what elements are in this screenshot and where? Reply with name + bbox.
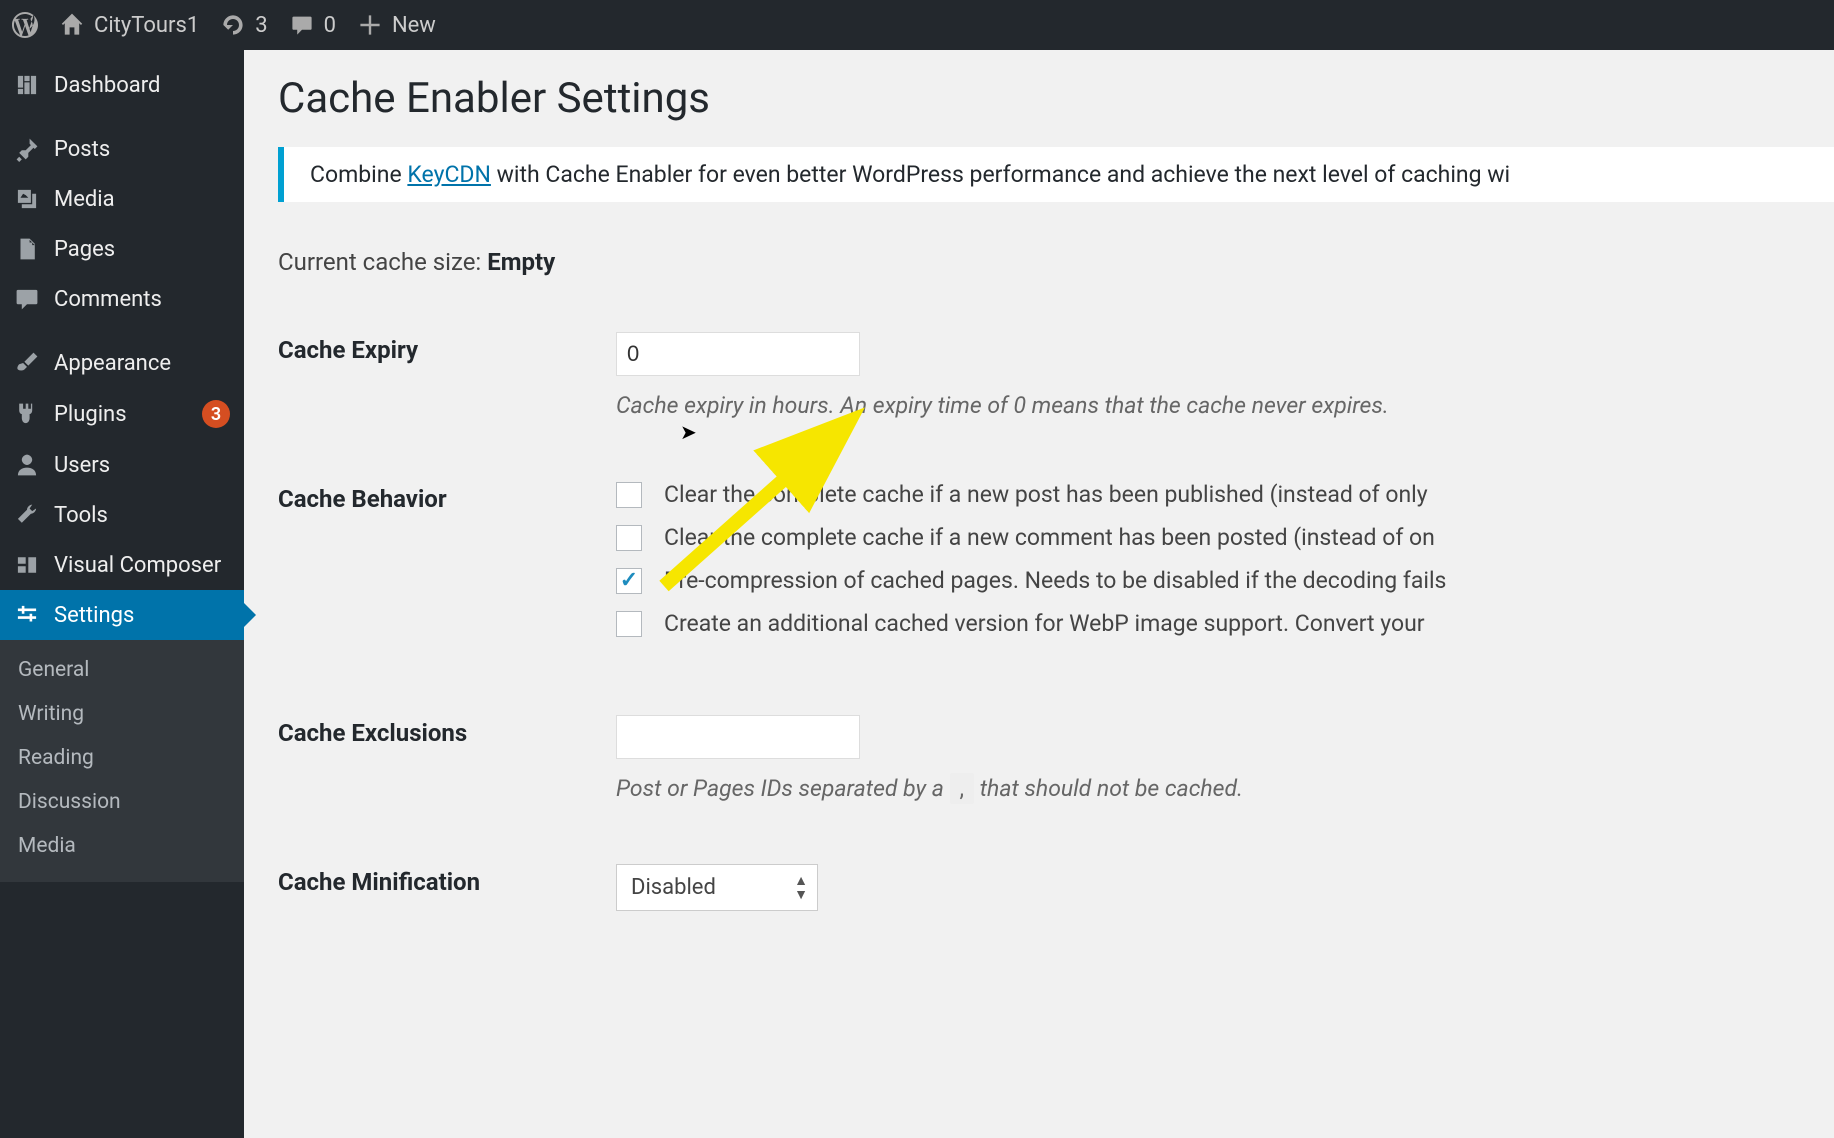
- site-name-link[interactable]: CityTours1: [60, 13, 199, 38]
- menu-label: Users: [54, 453, 230, 478]
- minification-value: Disabled: [616, 864, 818, 911]
- option-text: Create an additional cached version for …: [664, 610, 1425, 637]
- composer-icon: [14, 552, 40, 578]
- cache-behavior-label: Cache Behavior: [278, 467, 616, 701]
- cache-expiry-label: Cache Expiry: [278, 318, 616, 467]
- menu-label: Tools: [54, 503, 230, 528]
- plus-icon: [358, 13, 382, 37]
- cache-exclusions-desc: Post or Pages IDs separated by a , that …: [616, 775, 1834, 802]
- wp-logo[interactable]: [12, 12, 38, 38]
- menu-pages[interactable]: Pages: [0, 224, 244, 274]
- comment-icon: [14, 286, 40, 312]
- new-label: New: [392, 13, 436, 38]
- comments-count: 0: [324, 13, 336, 38]
- plug-icon: [14, 401, 40, 427]
- option-text: Clear the complete cache if a new post h…: [664, 481, 1428, 508]
- refresh-icon: [221, 13, 245, 37]
- menu-tools[interactable]: Tools: [0, 490, 244, 540]
- behavior-option-2[interactable]: Clear the complete cache if a new commen…: [616, 524, 1834, 551]
- checkbox-unchecked[interactable]: [616, 611, 642, 637]
- menu-posts[interactable]: Posts: [0, 124, 244, 174]
- option-text: Clear the complete cache if a new commen…: [664, 524, 1435, 551]
- menu-appearance[interactable]: Appearance: [0, 338, 244, 388]
- media-icon: [14, 186, 40, 212]
- brush-icon: [14, 350, 40, 376]
- wrench-icon: [14, 502, 40, 528]
- checkbox-unchecked[interactable]: [616, 482, 642, 508]
- chevron-updown-icon: ▲▼: [794, 874, 808, 902]
- minification-select[interactable]: Disabled ▲▼: [616, 864, 818, 911]
- menu-settings[interactable]: Settings: [0, 590, 244, 640]
- admin-sidebar: Dashboard Posts Media Pages Comments: [0, 50, 244, 1138]
- cache-minification-label: Cache Minification: [278, 850, 616, 959]
- page-title: Cache Enabler Settings: [278, 74, 1834, 123]
- settings-form: Cache Expiry Cache expiry in hours. An e…: [278, 318, 1834, 959]
- behavior-option-3[interactable]: Pre-compression of cached pages. Needs t…: [616, 567, 1834, 594]
- wordpress-icon: [12, 12, 38, 38]
- menu-plugins[interactable]: Plugins 3: [0, 388, 244, 440]
- checkbox-unchecked[interactable]: [616, 525, 642, 551]
- notice-text-pre: Combine: [310, 161, 407, 188]
- cache-exclusions-label: Cache Exclusions: [278, 701, 616, 850]
- menu-label: Pages: [54, 237, 230, 262]
- notice-text-post: with Cache Enabler for even better WordP…: [491, 161, 1510, 188]
- menu-label: Posts: [54, 137, 230, 162]
- cache-size-label: Current cache size:: [278, 248, 487, 276]
- option-text: Pre-compression of cached pages. Needs t…: [664, 567, 1446, 594]
- info-notice: Combine KeyCDN with Cache Enabler for ev…: [278, 147, 1834, 202]
- plugins-update-badge: 3: [202, 400, 230, 428]
- submenu-reading[interactable]: Reading: [0, 736, 244, 780]
- submenu-general[interactable]: General: [0, 648, 244, 692]
- menu-users[interactable]: Users: [0, 440, 244, 490]
- checkbox-checked[interactable]: [616, 568, 642, 594]
- submenu-discussion[interactable]: Discussion: [0, 780, 244, 824]
- menu-label: Visual Composer: [54, 553, 230, 578]
- cache-expiry-input[interactable]: [616, 332, 860, 376]
- cache-exclusions-input[interactable]: [616, 715, 860, 759]
- pin-icon: [14, 136, 40, 162]
- content-area: Cache Enabler Settings Combine KeyCDN wi…: [244, 50, 1834, 1138]
- cache-size-line: Current cache size: Empty: [278, 248, 1834, 276]
- submenu-writing[interactable]: Writing: [0, 692, 244, 736]
- home-icon: [60, 13, 84, 37]
- menu-label: Media: [54, 187, 230, 212]
- separator-chip: ,: [950, 773, 975, 804]
- user-icon: [14, 452, 40, 478]
- cache-expiry-desc: Cache expiry in hours. An expiry time of…: [616, 392, 1834, 419]
- behavior-option-4[interactable]: Create an additional cached version for …: [616, 610, 1834, 637]
- new-content-link[interactable]: New: [358, 13, 436, 38]
- menu-label: Appearance: [54, 351, 230, 376]
- menu-label: Dashboard: [54, 73, 230, 98]
- comment-icon: [290, 13, 314, 37]
- sliders-icon: [14, 602, 40, 628]
- menu-label: Settings: [54, 603, 230, 628]
- submenu-media[interactable]: Media: [0, 824, 244, 868]
- dashboard-icon: [14, 72, 40, 98]
- keycdn-link[interactable]: KeyCDN: [407, 161, 491, 188]
- pages-icon: [14, 236, 40, 262]
- cache-size-value: Empty: [487, 248, 555, 276]
- menu-visual-composer[interactable]: Visual Composer: [0, 540, 244, 590]
- menu-comments[interactable]: Comments: [0, 274, 244, 324]
- settings-submenu: General Writing Reading Discussion Media: [0, 640, 244, 882]
- menu-media[interactable]: Media: [0, 174, 244, 224]
- menu-label: Plugins: [54, 402, 188, 427]
- site-name-label: CityTours1: [94, 13, 199, 38]
- menu-dashboard[interactable]: Dashboard: [0, 60, 244, 110]
- updates-count: 3: [255, 13, 267, 38]
- menu-label: Comments: [54, 287, 230, 312]
- comments-link[interactable]: 0: [290, 13, 336, 38]
- behavior-option-1[interactable]: Clear the complete cache if a new post h…: [616, 481, 1834, 508]
- admin-toolbar: CityTours1 3 0 New: [0, 0, 1834, 50]
- updates-link[interactable]: 3: [221, 13, 267, 38]
